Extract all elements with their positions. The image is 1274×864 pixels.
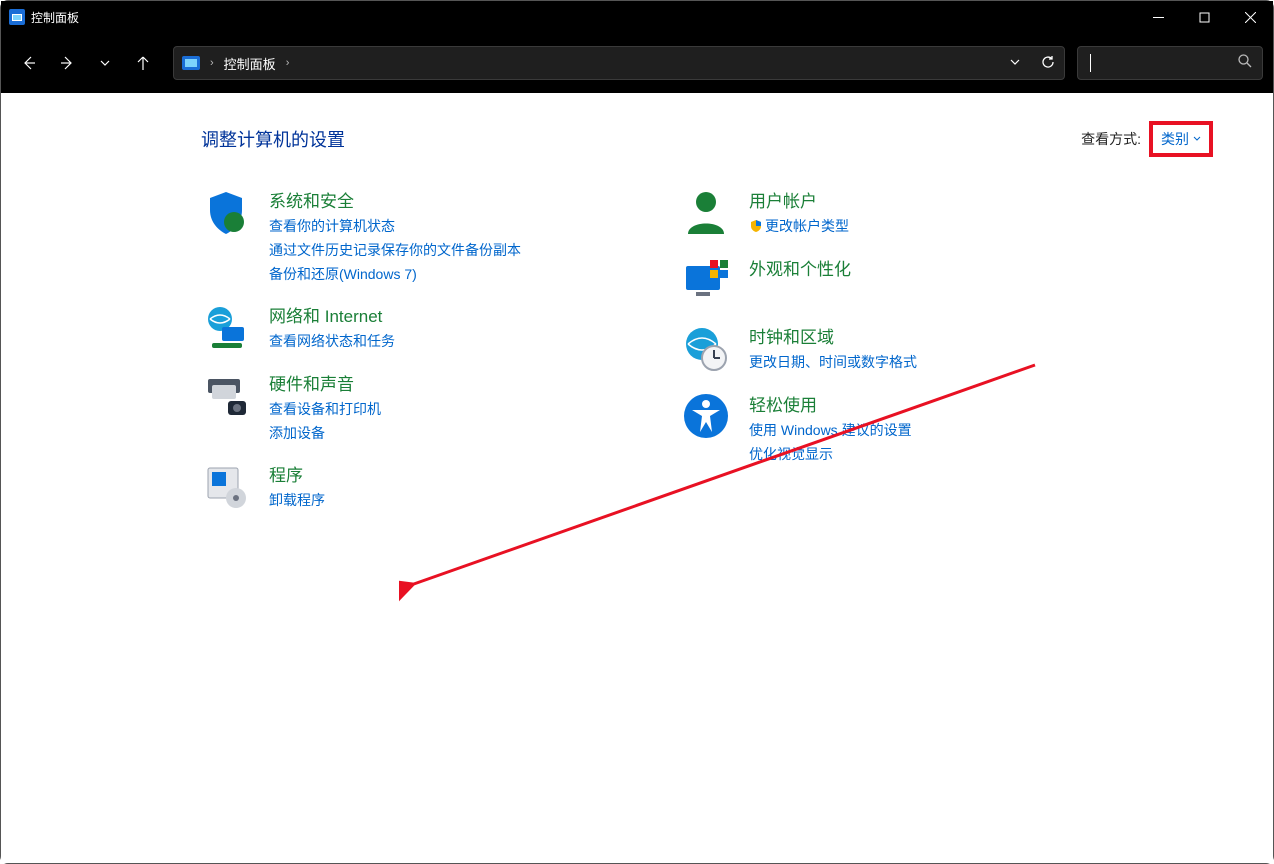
viewby-value: 类别 [1161,129,1189,149]
chevron-right-icon: › [286,57,290,69]
close-button[interactable] [1227,1,1273,33]
category-programs: 程序 卸载程序 [201,461,601,511]
shield-icon [201,187,251,237]
search-icon [1237,53,1252,73]
category-title[interactable]: 硬件和声音 [269,370,381,395]
accessibility-icon [681,391,731,441]
category-appearance-personalization: 外观和个性化 [681,255,1041,305]
category-link[interactable]: 添加设备 [269,423,381,443]
right-column: 用户帐户 更改帐户类型 [681,187,1041,511]
category-title[interactable]: 用户帐户 [749,187,849,212]
window-title: 控制面板 [31,9,79,26]
category-link[interactable]: 通过文件历史记录保存你的文件备份副本 [269,240,521,260]
search-input[interactable] [1077,46,1263,80]
content-area: 调整计算机的设置 查看方式: 类别 系统和安全 查看你的计算机状态 [1,93,1273,863]
chevron-down-icon [1193,135,1201,143]
address-dropdown-button[interactable] [1008,55,1022,72]
up-button[interactable] [125,45,161,81]
maximize-button[interactable] [1181,1,1227,33]
category-title[interactable]: 轻松使用 [749,391,912,416]
control-panel-icon [182,56,200,70]
category-link[interactable]: 卸载程序 [269,490,325,510]
category-user-accounts: 用户帐户 更改帐户类型 [681,187,1041,237]
user-icon [681,187,731,237]
page-heading: 调整计算机的设置 [201,126,345,152]
recent-locations-button[interactable] [87,45,123,81]
text-caret [1090,54,1091,72]
category-title[interactable]: 外观和个性化 [749,255,851,280]
category-title[interactable]: 程序 [269,461,325,486]
category-title[interactable]: 系统和安全 [269,187,521,212]
category-title[interactable]: 网络和 Internet [269,302,395,327]
category-hardware-sound: 硬件和声音 查看设备和打印机 添加设备 [201,370,601,443]
left-column: 系统和安全 查看你的计算机状态 通过文件历史记录保存你的文件备份副本 备份和还原… [201,187,601,511]
category-link[interactable]: 优化视觉显示 [749,444,912,464]
titlebar: 控制面板 [1,1,1273,33]
programs-icon [201,461,251,511]
category-link[interactable]: 查看网络状态和任务 [269,331,395,351]
address-bar[interactable]: › 控制面板 › [173,46,1065,80]
category-link[interactable]: 更改日期、时间或数字格式 [749,352,917,372]
uac-shield-icon [749,219,763,236]
viewby-dropdown[interactable]: 类别 [1149,121,1213,157]
refresh-button[interactable] [1040,54,1056,73]
clock-globe-icon [681,323,731,373]
category-system-security: 系统和安全 查看你的计算机状态 通过文件历史记录保存你的文件备份副本 备份和还原… [201,187,601,284]
address-location: 控制面板 [224,54,276,73]
viewby-label: 查看方式: [1081,129,1141,149]
minimize-button[interactable] [1135,1,1181,33]
globe-network-icon [201,302,251,352]
category-clock-region: 时钟和区域 更改日期、时间或数字格式 [681,323,1041,373]
navbar: › 控制面板 › [1,33,1273,93]
category-link[interactable]: 查看设备和打印机 [269,399,381,419]
category-title[interactable]: 时钟和区域 [749,323,917,348]
category-link[interactable]: 备份和还原(Windows 7) [269,264,521,284]
category-link[interactable]: 使用 Windows 建议的设置 [749,420,912,440]
back-button[interactable] [11,45,47,81]
category-link[interactable]: 查看你的计算机状态 [269,216,521,236]
control-panel-icon [9,9,25,25]
viewby-area: 查看方式: 类别 [1081,121,1213,157]
monitor-apps-icon [681,255,731,305]
category-ease-of-access: 轻松使用 使用 Windows 建议的设置 优化视觉显示 [681,391,1041,464]
chevron-right-icon: › [210,57,214,69]
category-network-internet: 网络和 Internet 查看网络状态和任务 [201,302,601,352]
printer-camera-icon [201,370,251,420]
forward-button[interactable] [49,45,85,81]
category-link[interactable]: 更改帐户类型 [749,216,849,236]
